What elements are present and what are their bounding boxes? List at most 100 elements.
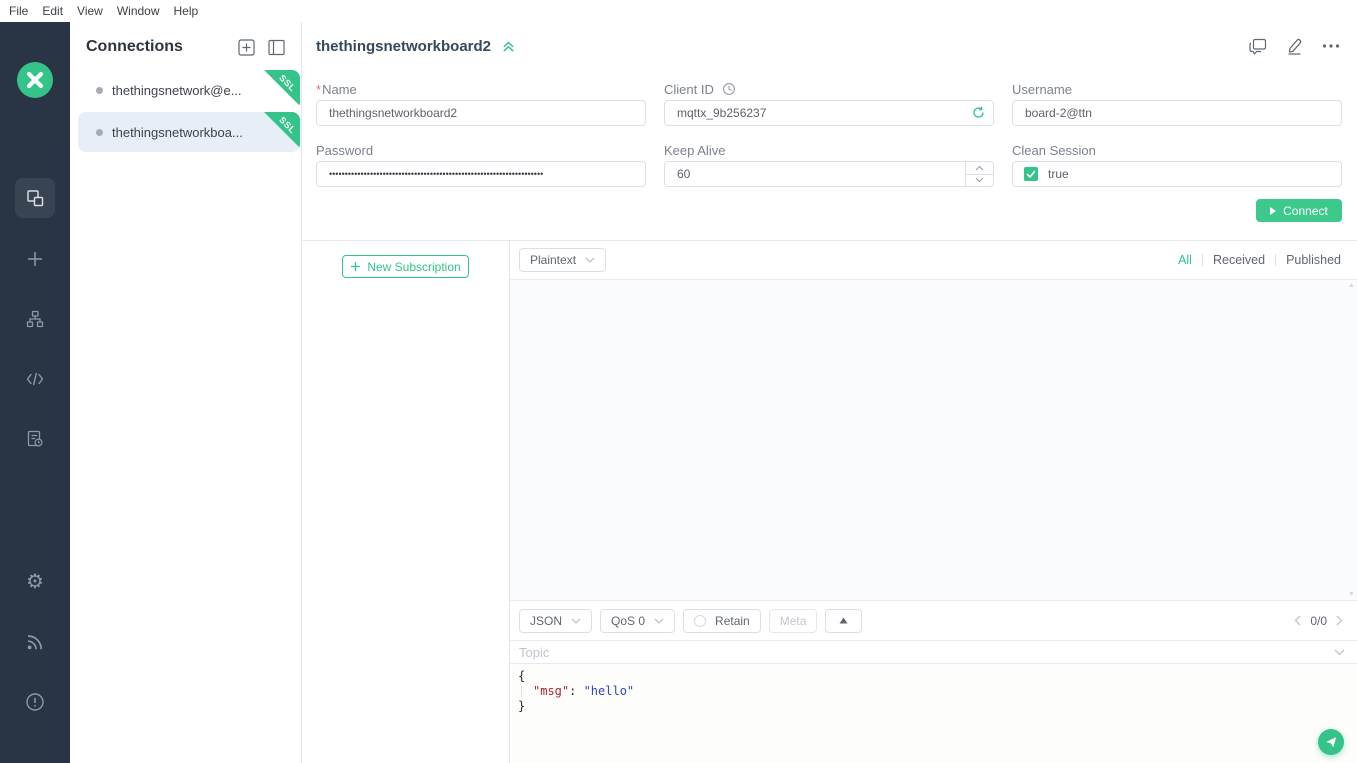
- radio-icon: [694, 614, 707, 627]
- connections-header: Connections: [70, 22, 301, 70]
- clean-session-checkbox[interactable]: [1024, 167, 1038, 181]
- filter-received[interactable]: Received: [1213, 253, 1265, 267]
- clock-icon: [722, 83, 735, 95]
- payload-format-select[interactable]: Plaintext: [519, 248, 607, 272]
- rail-item-updates[interactable]: [23, 630, 47, 654]
- connection-name: thethingsnetwork@e...: [112, 82, 242, 98]
- password-field-wrap: [316, 161, 646, 187]
- payload-editor[interactable]: { "msg": "hello" }: [510, 663, 1357, 763]
- paper-plane-icon: [1326, 737, 1337, 748]
- menu-help[interactable]: Help: [174, 4, 199, 18]
- divider: [1275, 254, 1277, 266]
- clean-session-field: true: [1012, 161, 1342, 187]
- icon-rail: ⚙: [0, 22, 70, 763]
- required-mark: *: [316, 81, 322, 97]
- rail-item-new-connection[interactable]: [23, 247, 47, 271]
- edit-connection-button[interactable]: [1286, 37, 1303, 55]
- message-pagination: 0/0: [1294, 614, 1343, 628]
- messages-toolbar: Plaintext All Received Published: [510, 241, 1357, 279]
- stepper-down-button[interactable]: [966, 174, 993, 186]
- keep-alive-label: Keep Alive: [664, 142, 726, 158]
- scroll-up-icon[interactable]: ▲: [1348, 282, 1355, 289]
- connections-panel: Connections thethingsnetwork@e... SSL th…: [70, 22, 302, 763]
- client-id-input[interactable]: [664, 100, 994, 126]
- json-key: "msg": [533, 684, 570, 698]
- mqttx-app: File Edit View Window Help ⚙ Connections…: [0, 0, 1357, 763]
- collapse-publish-button[interactable]: [825, 608, 863, 633]
- rail-item-connections[interactable]: [15, 178, 55, 218]
- connect-row: Connect: [302, 187, 1357, 222]
- menu-view[interactable]: View: [77, 4, 103, 18]
- new-window-button[interactable]: [1249, 38, 1267, 55]
- new-subscription-button[interactable]: New Subscription: [342, 255, 469, 278]
- plus-square-icon: [238, 38, 255, 56]
- username-input[interactable]: [1012, 100, 1342, 126]
- refresh-client-id-button[interactable]: [972, 106, 985, 119]
- status-dot: [96, 128, 103, 136]
- chevron-down-icon: [975, 177, 984, 183]
- chevron-down-icon: [654, 618, 664, 624]
- refresh-icon: [973, 106, 984, 118]
- send-button[interactable]: [1318, 729, 1344, 755]
- retain-toggle[interactable]: Retain: [683, 608, 761, 633]
- name-input[interactable]: [316, 100, 646, 126]
- mqttx-logo-icon: [17, 62, 53, 98]
- rail-item-script[interactable]: [23, 367, 47, 391]
- bottom-split: New Subscription Plaintext All Received …: [302, 240, 1357, 763]
- connection-item[interactable]: thethingsnetwork@e... SSL: [78, 70, 300, 110]
- payload-line: {: [518, 669, 526, 683]
- topic-input[interactable]: [519, 644, 1334, 660]
- meta-button[interactable]: Meta: [768, 608, 818, 633]
- prev-page-button[interactable]: [1294, 615, 1301, 626]
- menu-edit[interactable]: Edit: [42, 4, 63, 18]
- subscriptions-column: New Subscription: [302, 241, 510, 763]
- keep-alive-input[interactable]: [664, 161, 994, 187]
- chevron-left-icon: [1294, 615, 1301, 626]
- rail-item-brokers[interactable]: [23, 307, 47, 331]
- username-field-wrap: [1012, 100, 1342, 126]
- sitemap-icon: [26, 310, 44, 328]
- rail-item-about[interactable]: [23, 690, 47, 714]
- check-icon: [1026, 170, 1036, 178]
- menu-file[interactable]: File: [9, 4, 28, 18]
- client-id-label: Client ID: [664, 78, 994, 100]
- connection-item-selected[interactable]: thethingsnetworkboa... SSL: [78, 112, 300, 152]
- filter-published[interactable]: Published: [1286, 253, 1341, 267]
- publish-toolbar: JSON QoS 0 Retain Meta 0/0: [510, 601, 1357, 640]
- menu-window[interactable]: Window: [117, 4, 160, 18]
- name-field-wrap: [316, 100, 646, 126]
- connect-button[interactable]: Connect: [1256, 199, 1342, 222]
- collapse-form-button[interactable]: [501, 39, 516, 54]
- next-page-button[interactable]: [1336, 615, 1343, 626]
- plus-icon: [28, 252, 42, 266]
- messages-panel: Plaintext All Received Published ▲ ▼ JSO…: [510, 241, 1357, 763]
- scrollbar[interactable]: ▲ ▼: [1347, 282, 1356, 598]
- new-connection-button[interactable]: [238, 38, 255, 56]
- stepper-up-button[interactable]: [966, 162, 993, 175]
- connections-icon: [27, 190, 44, 207]
- rail-item-settings[interactable]: ⚙: [23, 570, 47, 594]
- connection-header: thethingsnetworkboard2: [302, 22, 1357, 70]
- triangle-up-icon: [839, 617, 848, 624]
- password-input[interactable]: [316, 161, 646, 187]
- double-chevron-up-icon: [503, 41, 514, 51]
- rail-item-log[interactable]: [23, 427, 47, 451]
- split-panel-icon: [268, 39, 285, 55]
- clean-session-label: Clean Session: [1012, 142, 1096, 158]
- messages-list[interactable]: ▲ ▼: [510, 279, 1357, 601]
- chevron-down-icon[interactable]: [1334, 649, 1345, 656]
- chevron-down-icon: [571, 618, 581, 624]
- clean-session-value: true: [1048, 167, 1069, 181]
- plus-icon: [351, 262, 361, 271]
- chevron-up-icon: [975, 165, 984, 171]
- qos-select[interactable]: QoS 0: [600, 608, 676, 633]
- client-id-field-wrap: [664, 100, 994, 126]
- filter-all[interactable]: All: [1178, 253, 1192, 267]
- more-options-button[interactable]: [1322, 43, 1340, 49]
- connection-form: *Name Client ID Username thethingsnetwor…: [302, 70, 1357, 187]
- collapse-panel-button[interactable]: [268, 39, 285, 56]
- scroll-down-icon[interactable]: ▼: [1348, 591, 1355, 598]
- payload-type-select[interactable]: JSON: [519, 608, 593, 633]
- chevron-down-icon: [585, 257, 595, 263]
- menubar: File Edit View Window Help: [0, 0, 1357, 22]
